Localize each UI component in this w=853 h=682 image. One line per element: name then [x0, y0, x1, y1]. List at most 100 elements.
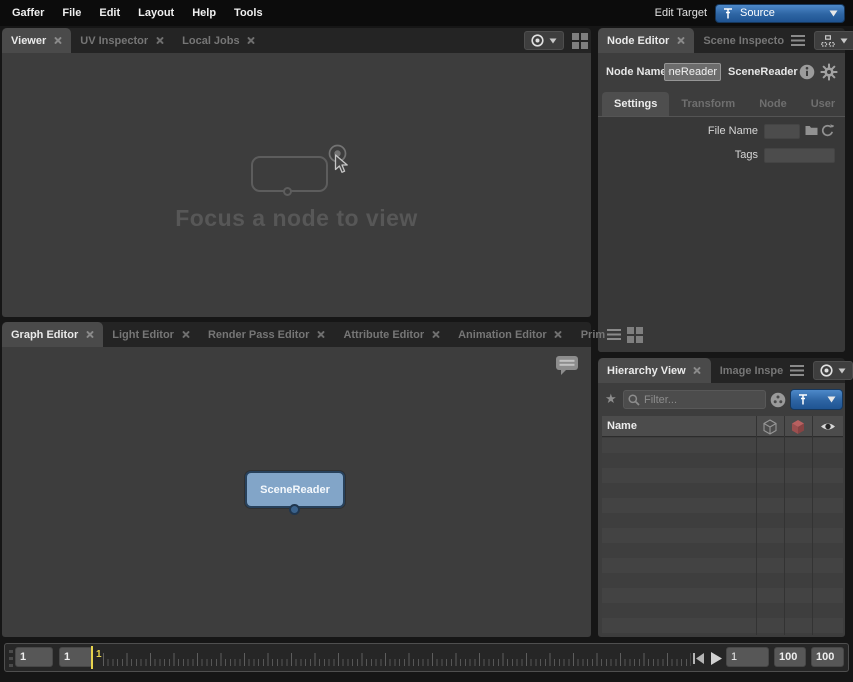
tab-label: Animation Editor [458, 329, 547, 341]
tab-animation-editor[interactable]: Animation Editor [449, 322, 572, 347]
bound-cube-icon[interactable] [762, 419, 778, 435]
node-editor-tabbar: Node Editor Scene Inspecto [598, 28, 845, 53]
annotation-bubble-icon[interactable] [555, 355, 579, 381]
subtab-settings[interactable]: Settings [602, 92, 669, 116]
graph-editor-tabbar: Graph Editor Light Editor Render Pass Ed… [2, 322, 591, 347]
tags-input[interactable] [764, 148, 835, 163]
tab-hierarchy-view[interactable]: Hierarchy View [598, 358, 711, 383]
hierarchy-follow-menu-button[interactable] [813, 361, 853, 380]
timeline-drag-handle[interactable] [9, 650, 13, 667]
chevron-down-icon [838, 368, 846, 374]
menu-gaffer[interactable]: Gaffer [12, 7, 44, 19]
subtab-node[interactable]: Node [747, 92, 799, 116]
viewer-body[interactable]: Focus a node to view [2, 53, 591, 317]
tab-light-editor[interactable]: Light Editor [103, 322, 199, 347]
menu-layout[interactable]: Layout [138, 7, 174, 19]
visibility-eye-icon[interactable] [820, 421, 836, 432]
subtab-user[interactable]: User [799, 92, 847, 116]
hierarchy-table-header: Name [602, 416, 843, 437]
playhead-label: 1 [96, 649, 102, 660]
tab-render-pass-editor[interactable]: Render Pass Editor [199, 322, 334, 347]
geometry-cube-icon[interactable] [790, 419, 806, 435]
node-name-input[interactable] [664, 63, 721, 81]
timeline-frame-input[interactable] [726, 647, 769, 667]
menu-tools[interactable]: Tools [234, 7, 263, 19]
tab-graph-editor[interactable]: Graph Editor [2, 322, 103, 347]
timeline-range-start-input[interactable] [15, 647, 53, 667]
skip-to-start-icon[interactable] [693, 653, 704, 664]
scene-reader-node[interactable]: SceneReader [245, 471, 345, 508]
star-icon[interactable]: ★ [605, 391, 617, 407]
timeline-ruler-major [103, 653, 691, 666]
close-icon[interactable] [676, 36, 685, 45]
chevron-down-icon [549, 38, 557, 44]
layout-grid-icon[interactable] [627, 327, 643, 343]
tab-menu-icon[interactable] [790, 365, 804, 376]
column-divider [812, 416, 813, 635]
node-editor-subtabs: Settings Transform Node User [598, 92, 845, 116]
hierarchy-filter-row: ★ [598, 387, 845, 413]
node-type-label: SceneReader [728, 66, 798, 78]
timeline-current-frame-input[interactable] [59, 647, 93, 667]
viewer-panel: Viewer UV Inspector Local Jobs [2, 28, 591, 317]
edit-target-dropdown[interactable]: Source [715, 4, 845, 23]
close-icon[interactable] [155, 36, 164, 45]
hierarchy-pin-dropdown[interactable] [790, 389, 843, 410]
close-icon[interactable] [53, 36, 62, 45]
tab-scene-inspector[interactable]: Scene Inspecto [694, 28, 814, 53]
close-icon[interactable] [85, 330, 94, 339]
hierarchy-table-rows[interactable] [602, 438, 843, 635]
close-icon[interactable] [316, 330, 325, 339]
refresh-icon[interactable] [821, 124, 834, 137]
gear-icon[interactable] [820, 63, 838, 81]
info-icon[interactable] [799, 64, 815, 80]
close-icon[interactable] [181, 330, 190, 339]
tab-menu-icon[interactable] [791, 35, 805, 46]
menu-help[interactable]: Help [192, 7, 216, 19]
edit-target-group: Edit Target Source [655, 4, 845, 23]
layout-grid-icon[interactable] [572, 33, 588, 49]
gaffer-window: Gaffer File Edit Layout Help Tools Edit … [0, 0, 853, 682]
scene-reader-output-plug[interactable] [289, 504, 300, 515]
close-icon[interactable] [554, 330, 563, 339]
timeline-range-end-input[interactable] [774, 647, 806, 667]
file-name-label: File Name [638, 125, 758, 137]
tab-label: Render Pass Editor [208, 329, 309, 341]
tab-local-jobs[interactable]: Local Jobs [173, 28, 264, 53]
tab-attribute-editor[interactable]: Attribute Editor [334, 322, 449, 347]
tab-label: Light Editor [112, 329, 174, 341]
timeline-bar: 1 [4, 643, 849, 672]
tab-label: Graph Editor [11, 329, 78, 341]
menu-edit[interactable]: Edit [99, 7, 120, 19]
viewer-follow-menu-button[interactable] [524, 31, 564, 50]
timeline-max-input[interactable] [811, 647, 844, 667]
name-column-header[interactable]: Name [602, 420, 637, 432]
play-icon[interactable] [711, 652, 722, 665]
tab-primitive-inspector[interactable]: Prim [572, 322, 607, 347]
tab-label: Image Inspe [720, 365, 784, 377]
target-icon [531, 34, 544, 47]
close-icon[interactable] [693, 366, 702, 375]
hierarchy-table: Name [602, 416, 843, 635]
tab-uv-inspector[interactable]: UV Inspector [71, 28, 173, 53]
column-divider [756, 416, 757, 635]
close-icon[interactable] [431, 330, 440, 339]
tab-viewer[interactable]: Viewer [2, 28, 71, 53]
pin-icon [797, 393, 809, 406]
filter-options-icon[interactable] [770, 392, 786, 413]
node-editor-follow-menu-button[interactable] [814, 31, 853, 50]
close-icon[interactable] [247, 36, 256, 45]
filter-input[interactable] [644, 394, 761, 406]
playhead-marker[interactable] [91, 646, 93, 669]
tab-image-inspector[interactable]: Image Inspe [711, 358, 814, 383]
tab-menu-icon[interactable] [607, 329, 621, 340]
tab-node-editor[interactable]: Node Editor [598, 28, 694, 53]
subtab-transform[interactable]: Transform [669, 92, 747, 116]
viewer-tabbar: Viewer UV Inspector Local Jobs [2, 28, 591, 53]
hierarchy-body: ★ Name [598, 383, 845, 637]
menu-file[interactable]: File [62, 7, 81, 19]
folder-icon[interactable] [805, 125, 818, 136]
graph-editor-body[interactable]: SceneReader [2, 347, 591, 637]
file-name-input[interactable] [764, 124, 800, 139]
graph-editor-panel: Graph Editor Light Editor Render Pass Ed… [2, 322, 591, 637]
